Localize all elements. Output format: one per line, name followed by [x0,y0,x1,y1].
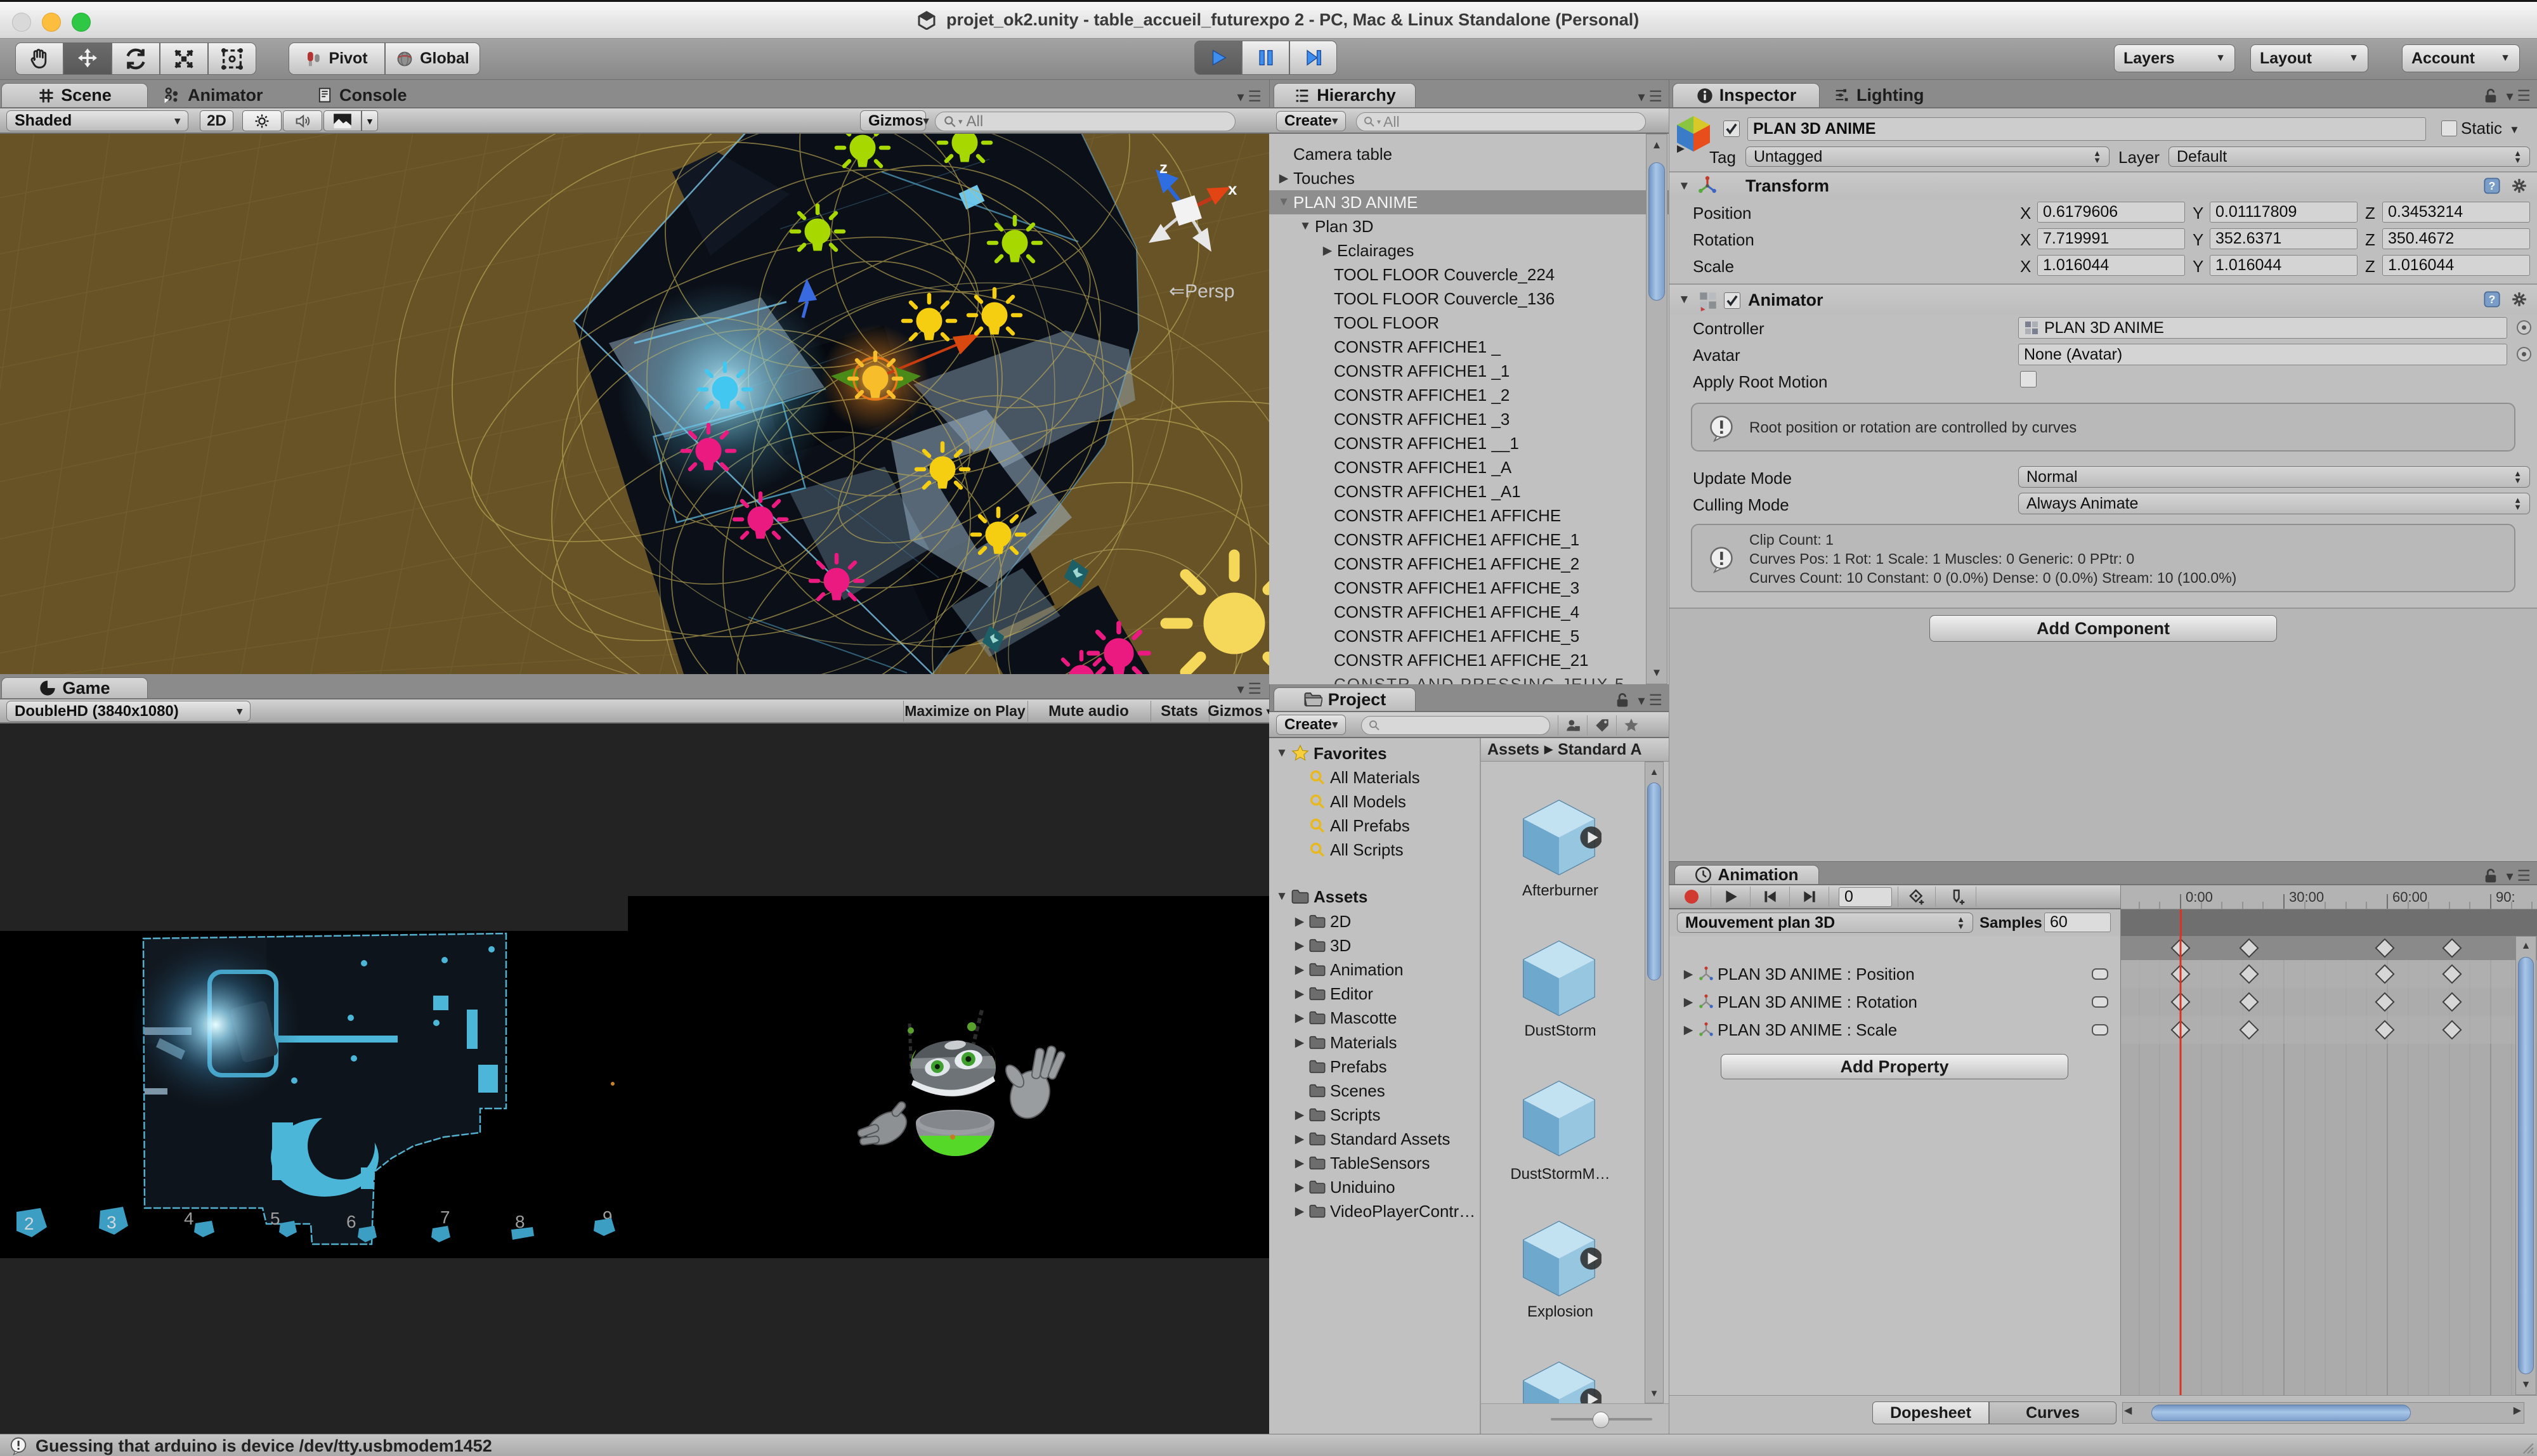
svg-text:30:00: 30:00 [2289,889,2324,905]
svg-text:z: z [1159,158,1168,177]
svg-text:?: ? [2489,293,2496,306]
svg-text:7: 7 [440,1207,450,1227]
svg-text:3: 3 [107,1212,117,1232]
svg-text:⇐Persp: ⇐Persp [1169,281,1235,302]
svg-text:90:: 90: [2496,889,2515,905]
svg-text:2: 2 [24,1214,34,1233]
svg-text:60:00: 60:00 [2392,889,2427,905]
svg-text:?: ? [2489,179,2496,192]
svg-text:5: 5 [270,1209,280,1228]
svg-text:x: x [1228,179,1237,198]
svg-text:4: 4 [184,1209,194,1228]
svg-text:6: 6 [346,1212,356,1232]
svg-text:0:00: 0:00 [2186,889,2213,905]
